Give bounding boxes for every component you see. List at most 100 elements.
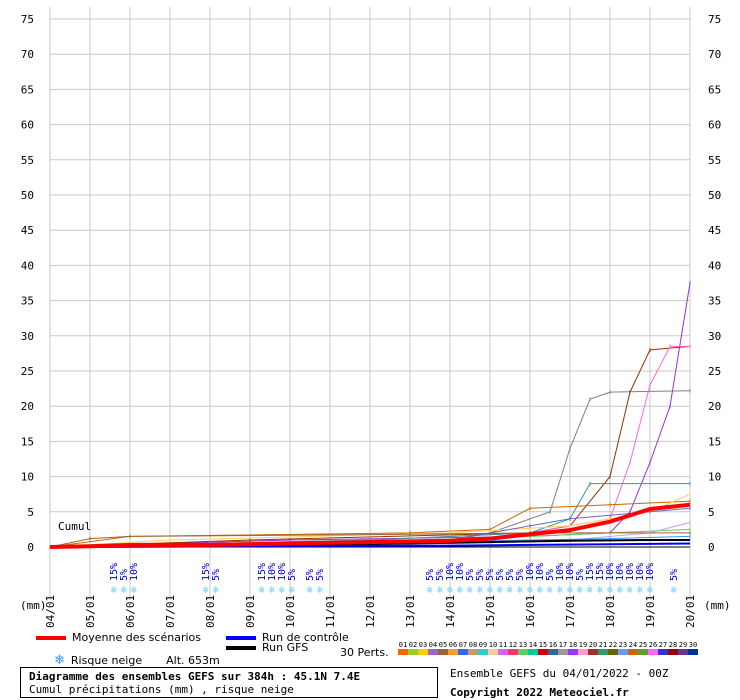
pert-key-27: 27	[658, 641, 668, 655]
y-ticks-left: 0 5 10 15 20 25 30 35 40 45 50 55 60 65 70 75	[21, 13, 34, 554]
pert-key-swatch	[678, 649, 688, 655]
snowflake-icon: ❄	[671, 585, 678, 596]
y-tick-label: 75	[708, 13, 721, 26]
snowflake-icon: ❄	[637, 585, 644, 596]
pert-key-swatch	[688, 649, 698, 655]
x-tick-label: 19/01	[644, 595, 657, 628]
pert-key-24: 24	[628, 641, 638, 655]
pert-key-label: 04	[428, 641, 438, 649]
pert-key-label: 12	[508, 641, 518, 649]
pert-key-label: 23	[618, 641, 628, 649]
y-tick-label: 20	[21, 400, 34, 413]
snowflake-icon: ❄	[517, 585, 524, 596]
pert-key-10: 10	[488, 641, 498, 655]
snowflake-icon: ❄	[607, 585, 614, 596]
y-tick-label: 70	[21, 48, 34, 61]
pert-key-label: 01	[398, 641, 408, 649]
snowflake-icon: ❄	[111, 585, 118, 596]
y-tick-label: 35	[21, 295, 34, 308]
snowflake-icon: ❄	[54, 653, 65, 668]
y-tick-label: 10	[708, 471, 721, 484]
chart-subtitle: Cumul précipitations (mm) , risque neige	[29, 683, 294, 696]
pert-key-label: 14	[528, 641, 538, 649]
x-tick-label: 11/01	[324, 595, 337, 628]
y-tick-label: 0	[708, 541, 715, 554]
y-tick-label: 45	[708, 224, 721, 237]
y-tick-label: 70	[708, 48, 721, 61]
copyright: Copyright 2022 Meteociel.fr	[450, 686, 629, 699]
pert-key-swatch	[398, 649, 408, 655]
snowflake-icon: ❄	[597, 585, 604, 596]
snowflake-icon: ❄	[269, 585, 276, 596]
pert-key-16: 16	[548, 641, 558, 655]
snowflake-icon: ❄	[507, 585, 514, 596]
pert-key-19: 19	[578, 641, 588, 655]
snowflake-icon: ❄	[121, 585, 128, 596]
pert-key-29: 29	[678, 641, 688, 655]
pert-key-label: 11	[498, 641, 508, 649]
pert-key-swatch	[418, 649, 428, 655]
y-tick-label: 50	[21, 189, 34, 202]
pert-key-label: 29	[678, 641, 688, 649]
x-tick-label: 05/01	[84, 595, 97, 628]
pert-key-03: 03	[418, 641, 428, 655]
pert-key-label: 16	[548, 641, 558, 649]
pert-key-28: 28	[668, 641, 678, 655]
run-info: Ensemble GEFS du 04/01/2022 - 00Z	[450, 667, 669, 680]
pert-key-swatch	[438, 649, 448, 655]
x-tick-label: 09/01	[244, 595, 257, 628]
y-tick-label: 55	[708, 154, 721, 167]
pert-key-label: 20	[588, 641, 598, 649]
pert-key-30: 30	[688, 641, 698, 655]
pert-key-15: 15	[538, 641, 548, 655]
y-axis-unit-left: (mm)	[20, 599, 47, 612]
pert-key-07: 07	[458, 641, 468, 655]
pert-key-label: 28	[668, 641, 678, 649]
y-tick-label: 15	[708, 435, 721, 448]
chart-title: Diagramme des ensembles GEFS sur 384h : …	[29, 670, 361, 683]
snowflake-icon: ❄	[131, 585, 138, 596]
x-tick-label: 07/01	[164, 595, 177, 628]
snowflake-icon: ❄	[557, 585, 564, 596]
y-tick-label: 25	[708, 365, 721, 378]
gfs-swatch	[226, 645, 256, 650]
pert-key-26: 26	[648, 641, 658, 655]
snowflake-icon: ❄	[437, 585, 444, 596]
pert-key-01: 01	[398, 641, 408, 655]
pert-key-swatch	[668, 649, 678, 655]
pert-key-swatch	[628, 649, 638, 655]
pert-key-label: 21	[598, 641, 608, 649]
pert-key-04: 04	[428, 641, 438, 655]
pert-key-23: 23	[618, 641, 628, 655]
pert-key-06: 06	[448, 641, 458, 655]
pert-key-swatch	[578, 649, 588, 655]
pert-key-20: 20	[588, 641, 598, 655]
chart-info-box: Diagramme des ensembles GEFS sur 384h : …	[20, 667, 438, 698]
pert-key-swatch	[518, 649, 528, 655]
pert-key-18: 18	[568, 641, 578, 655]
legend-snow-label: Risque neige	[70, 654, 143, 667]
legend-mean: Moyenne des scénarios	[36, 631, 201, 644]
y-tick-label: 10	[21, 471, 34, 484]
pert-key-label: 17	[558, 641, 568, 649]
pert-key-12: 12	[508, 641, 518, 655]
y-tick-label: 60	[708, 119, 721, 132]
member-color-key: 01 02 03 04 05 06 07 08 09 10 11 12 13 14 15 16 17 18 19 20…	[398, 641, 698, 655]
snowflake-icon: ❄	[477, 585, 484, 596]
x-tick-label: 06/01	[124, 595, 137, 628]
perts-label: 30 Perts.	[340, 646, 389, 659]
snowflake-icon: ❄	[203, 585, 210, 596]
pert-key-17: 17	[558, 641, 568, 655]
pert-key-label: 27	[658, 641, 668, 649]
snowflake-icon: ❄	[567, 585, 574, 596]
y-tick-label: 40	[708, 259, 721, 272]
pert-key-label: 06	[448, 641, 458, 649]
y-tick-label: 0	[27, 541, 34, 554]
snowflake-icon: ❄	[527, 585, 534, 596]
y-ticks-right: 0 5 10 15 20 25 30 35 40 45 50 55 60 65 70 75	[708, 13, 721, 554]
pert-key-swatch	[508, 649, 518, 655]
pert-key-swatch	[648, 649, 658, 655]
y-axis-unit-right: (mm)	[704, 599, 731, 612]
pert-key-label: 30	[688, 641, 698, 649]
snowflake-icon: ❄	[587, 585, 594, 596]
